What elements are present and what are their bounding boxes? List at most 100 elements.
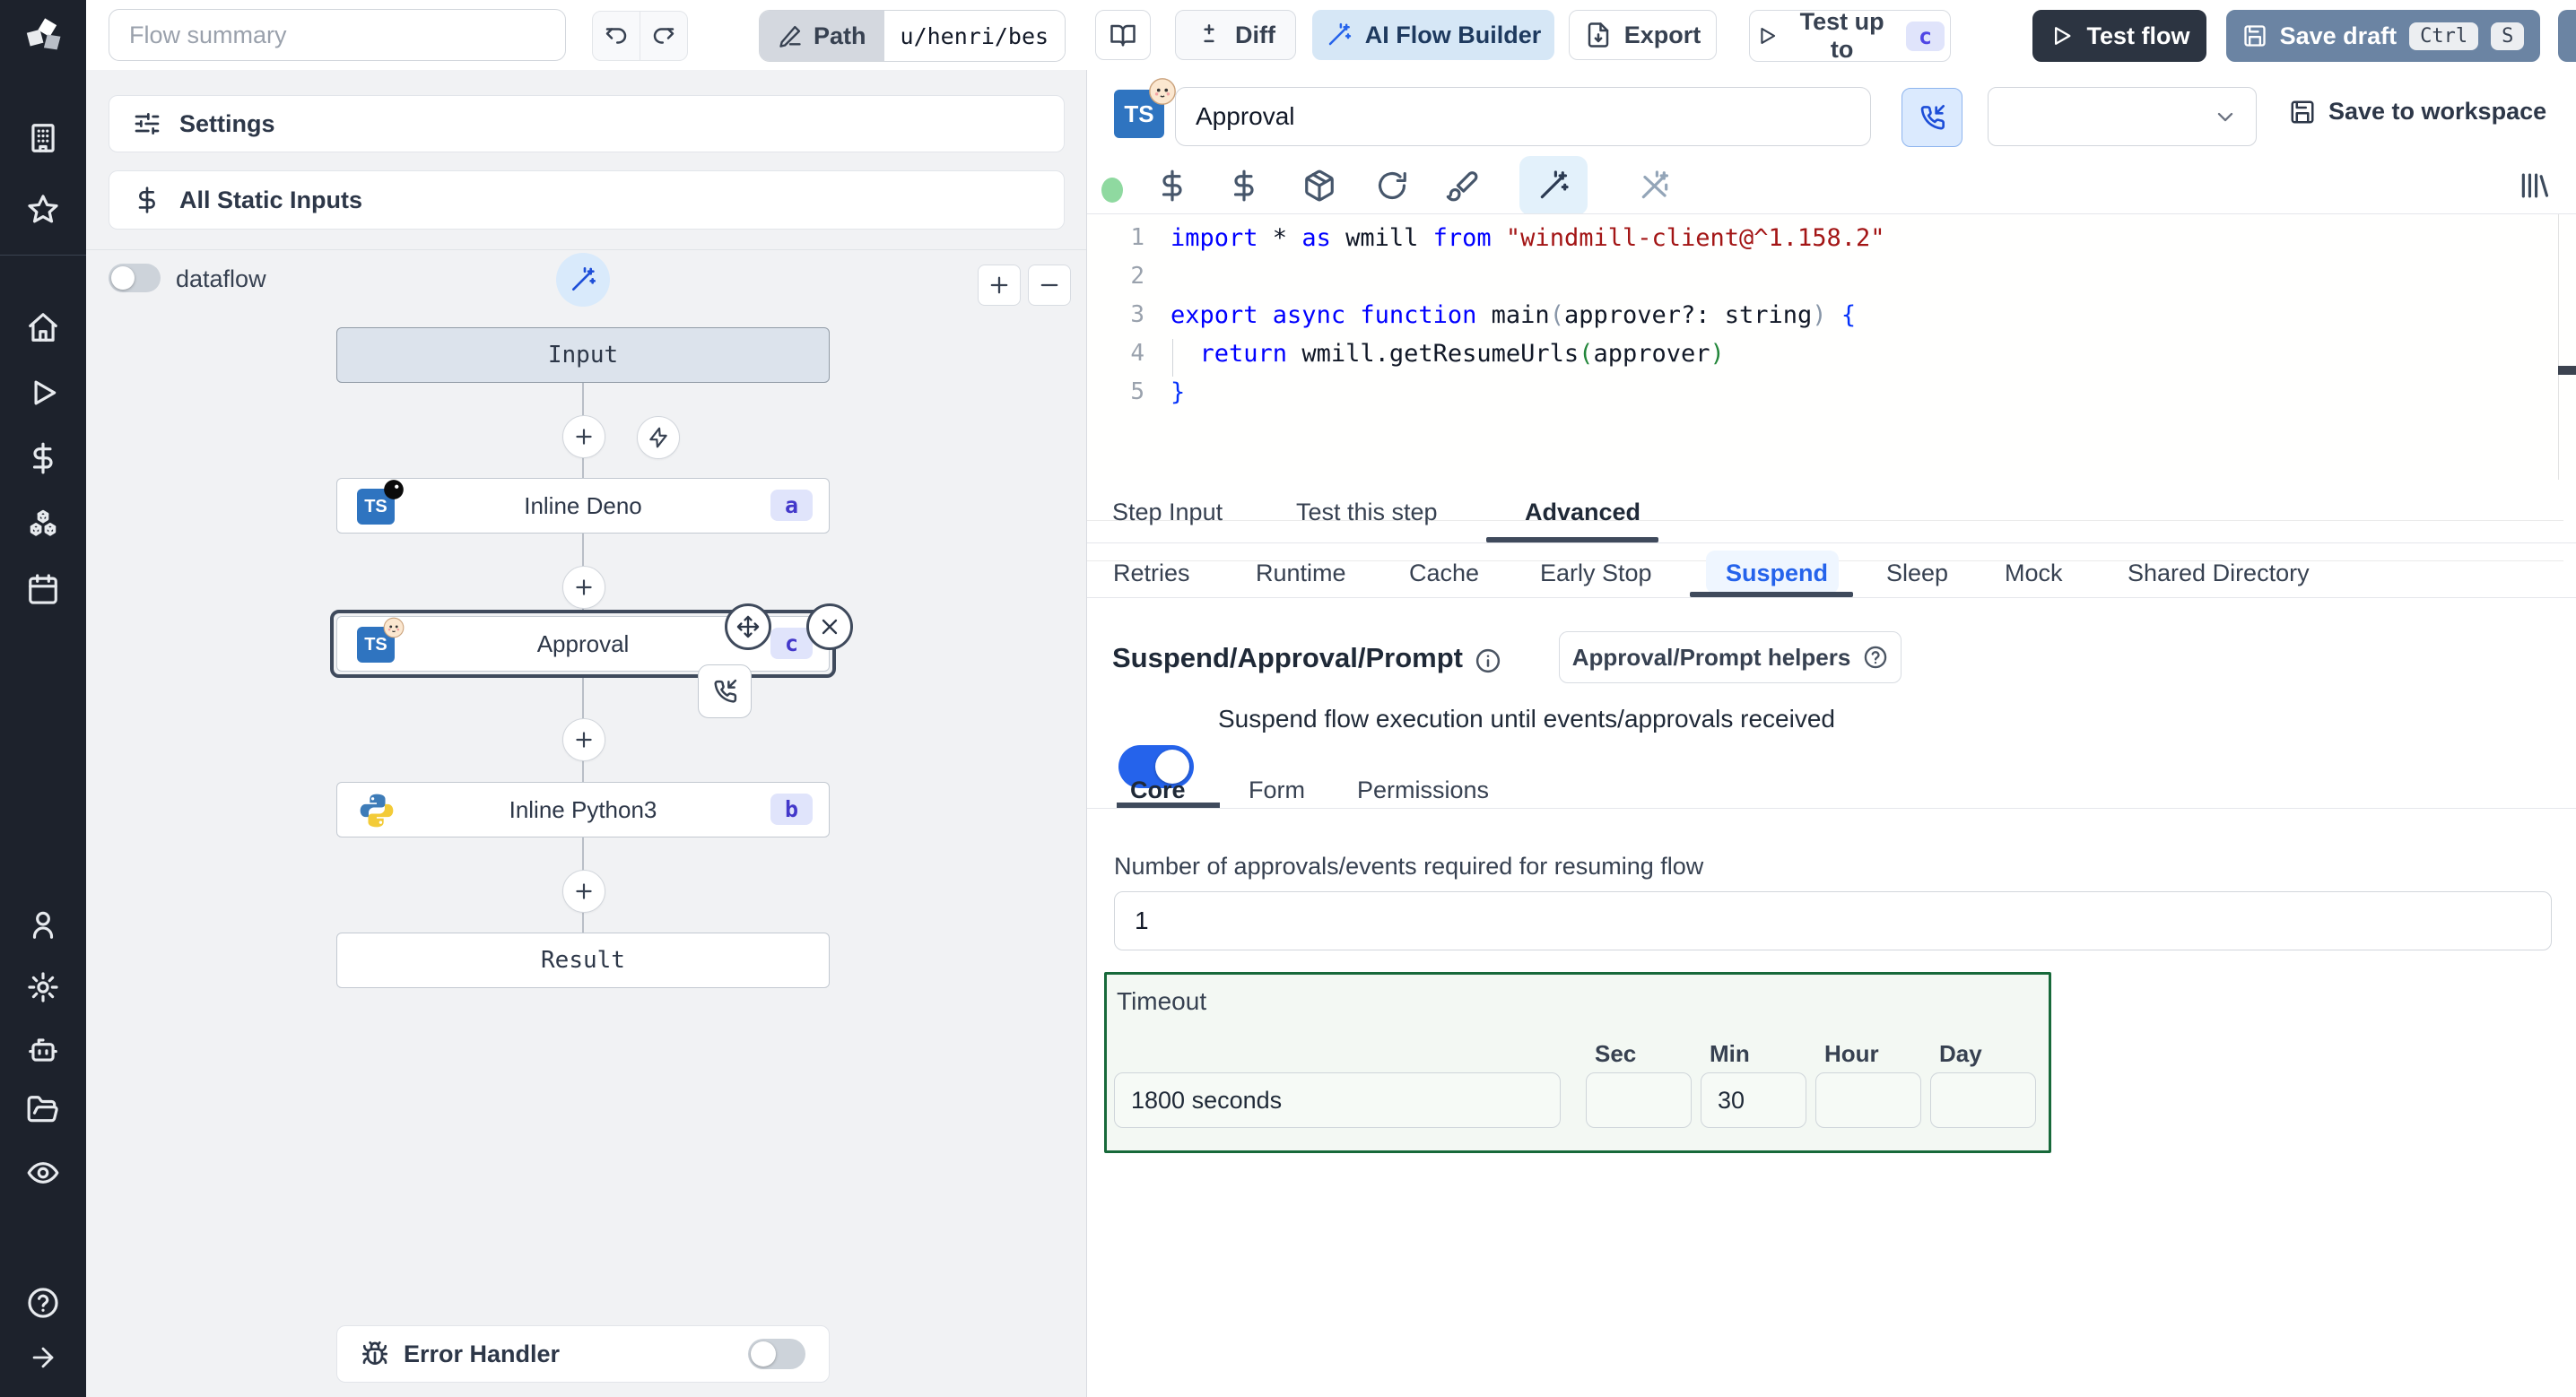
- step-editor-panel: TS Save to workspace 1 2 3 4 5 import * …: [1087, 70, 2576, 1397]
- tab-retries[interactable]: Retries: [1113, 560, 1190, 587]
- add-step-button[interactable]: [562, 718, 605, 761]
- add-step-button[interactable]: [562, 566, 605, 609]
- windmill-logo-icon[interactable]: [20, 14, 66, 61]
- typescript-icon: TS: [1114, 78, 1176, 138]
- tab-shared-directory[interactable]: Shared Directory: [2128, 560, 2310, 587]
- flow-node-python[interactable]: Inline Python3 b: [336, 782, 830, 837]
- divider: [1087, 808, 2576, 809]
- step-name-input[interactable]: [1175, 87, 1871, 146]
- package-icon[interactable]: [1302, 169, 1336, 203]
- expand-arrow-icon[interactable]: [28, 1342, 58, 1373]
- resources-dollar-icon[interactable]: [1227, 169, 1261, 203]
- timeout-hour-input[interactable]: [1815, 1072, 1921, 1128]
- code-editor[interactable]: 1 2 3 4 5 import * as wmill from "windmi…: [1087, 214, 2576, 561]
- tab-advanced[interactable]: Advanced: [1525, 499, 1640, 526]
- resources-boxes-icon[interactable]: [26, 507, 60, 541]
- ai-wand-button[interactable]: [556, 253, 610, 307]
- format-brush-icon[interactable]: [1445, 169, 1479, 203]
- path-group[interactable]: Path u/henri/bes: [759, 10, 1066, 62]
- docs-book-button[interactable]: [1095, 10, 1151, 60]
- error-handler-toggle[interactable]: [748, 1339, 805, 1369]
- workers-bot-icon[interactable]: [26, 1033, 60, 1067]
- timeout-label: Timeout: [1117, 987, 1207, 1015]
- tab-form[interactable]: Form: [1249, 777, 1305, 804]
- variables-dollar-icon[interactable]: [1155, 169, 1189, 203]
- deploy-button-partial[interactable]: [2558, 10, 2576, 62]
- save-to-workspace-button[interactable]: Save to workspace: [2284, 97, 2552, 126]
- tab-sleep[interactable]: Sleep: [1886, 560, 1948, 587]
- help-icon[interactable]: [26, 1286, 60, 1320]
- flow-graph-panel: Settings All Static Inputs dataflow Inpu…: [86, 70, 1087, 1397]
- settings-gear-icon[interactable]: [26, 970, 60, 1004]
- folders-icon[interactable]: [26, 1093, 60, 1127]
- test-flow-button[interactable]: Test flow: [2032, 10, 2206, 62]
- flow-node-input[interactable]: Input: [336, 327, 830, 383]
- info-icon[interactable]: [1475, 647, 1501, 674]
- tab-step-input[interactable]: Step Input: [1112, 499, 1223, 526]
- add-trigger-button[interactable]: [637, 416, 680, 459]
- tab-runtime[interactable]: Runtime: [1256, 560, 1346, 587]
- test-up-to-button[interactable]: Test up to c: [1749, 8, 1951, 63]
- ai-wand-disabled-icon[interactable]: [1638, 169, 1672, 203]
- approval-prompt-helpers-button[interactable]: Approval/Prompt helpers: [1559, 631, 1902, 683]
- zoom-in-button[interactable]: [978, 265, 1021, 306]
- zoom-out-button[interactable]: [1028, 265, 1071, 306]
- variables-dollar-icon[interactable]: [26, 441, 60, 475]
- approval-phone-badge[interactable]: [698, 664, 752, 718]
- redo-button[interactable]: [640, 12, 687, 60]
- flow-node-deno[interactable]: TS Inline Deno a: [336, 478, 830, 534]
- add-step-button[interactable]: [562, 415, 605, 458]
- ai-wand-icon[interactable]: [1536, 169, 1571, 203]
- approvals-required-input[interactable]: [1114, 891, 2552, 950]
- schedules-calendar-icon[interactable]: [26, 572, 60, 606]
- flow-summary-input[interactable]: [109, 9, 566, 61]
- close-icon: [822, 619, 838, 635]
- file-export-icon: [1588, 22, 1608, 48]
- save-icon: [2291, 100, 2314, 123]
- undo-redo-group: [592, 11, 688, 61]
- runs-play-icon[interactable]: [26, 376, 60, 410]
- suspend-section-title: Suspend/Approval/Prompt: [1112, 642, 1463, 673]
- path-value: u/henri/bes: [883, 11, 1066, 61]
- path-button[interactable]: Path: [760, 11, 884, 61]
- delete-node-button[interactable]: [806, 603, 853, 650]
- move-icon: [736, 615, 760, 638]
- flow-settings-row[interactable]: Settings: [109, 95, 1065, 152]
- workspace-building-icon[interactable]: [26, 121, 60, 155]
- approval-phone-button[interactable]: [1902, 88, 1962, 147]
- add-step-button[interactable]: [562, 870, 605, 913]
- tab-early-stop[interactable]: Early Stop: [1540, 560, 1652, 587]
- approvals-required-label: Number of approvals/events required for …: [1114, 853, 1704, 880]
- plus-icon: [576, 732, 592, 748]
- undo-button[interactable]: [593, 12, 640, 60]
- tab-core[interactable]: Core: [1130, 777, 1186, 804]
- tab-suspend[interactable]: Suspend: [1726, 560, 1828, 587]
- home-icon[interactable]: [26, 310, 60, 344]
- dataflow-label: dataflow: [176, 265, 266, 292]
- script-select-dropdown[interactable]: [1988, 87, 2257, 146]
- tab-test-this-step[interactable]: Test this step: [1296, 499, 1438, 526]
- tab-permissions[interactable]: Permissions: [1357, 777, 1489, 804]
- dataflow-toggle[interactable]: [109, 264, 161, 292]
- timeout-total-input[interactable]: 1800 seconds: [1114, 1072, 1561, 1128]
- tab-cache[interactable]: Cache: [1409, 560, 1479, 587]
- ai-flow-builder-button[interactable]: AI Flow Builder: [1312, 10, 1554, 60]
- export-button[interactable]: Export: [1569, 10, 1717, 60]
- favorites-star-icon[interactable]: [26, 193, 60, 227]
- tab-mock[interactable]: Mock: [2005, 560, 2063, 587]
- pencil-icon: [779, 25, 801, 48]
- diff-button[interactable]: Diff: [1175, 10, 1296, 60]
- flow-node-result[interactable]: Result: [336, 933, 830, 988]
- wand-sparkles-icon: [1328, 22, 1351, 46]
- users-icon[interactable]: [26, 907, 60, 941]
- save-draft-button[interactable]: Save draft Ctrl S: [2226, 10, 2540, 62]
- reload-icon[interactable]: [1375, 169, 1409, 203]
- move-node-button[interactable]: [725, 603, 771, 650]
- all-static-inputs-row[interactable]: All Static Inputs: [109, 170, 1065, 230]
- timeout-day-input[interactable]: [1930, 1072, 2036, 1128]
- error-handler-row[interactable]: Error Handler: [336, 1325, 830, 1383]
- library-icon[interactable]: [2518, 169, 2552, 203]
- timeout-min-input[interactable]: 30: [1701, 1072, 1806, 1128]
- timeout-sec-input[interactable]: [1586, 1072, 1692, 1128]
- audit-eye-icon[interactable]: [26, 1156, 60, 1190]
